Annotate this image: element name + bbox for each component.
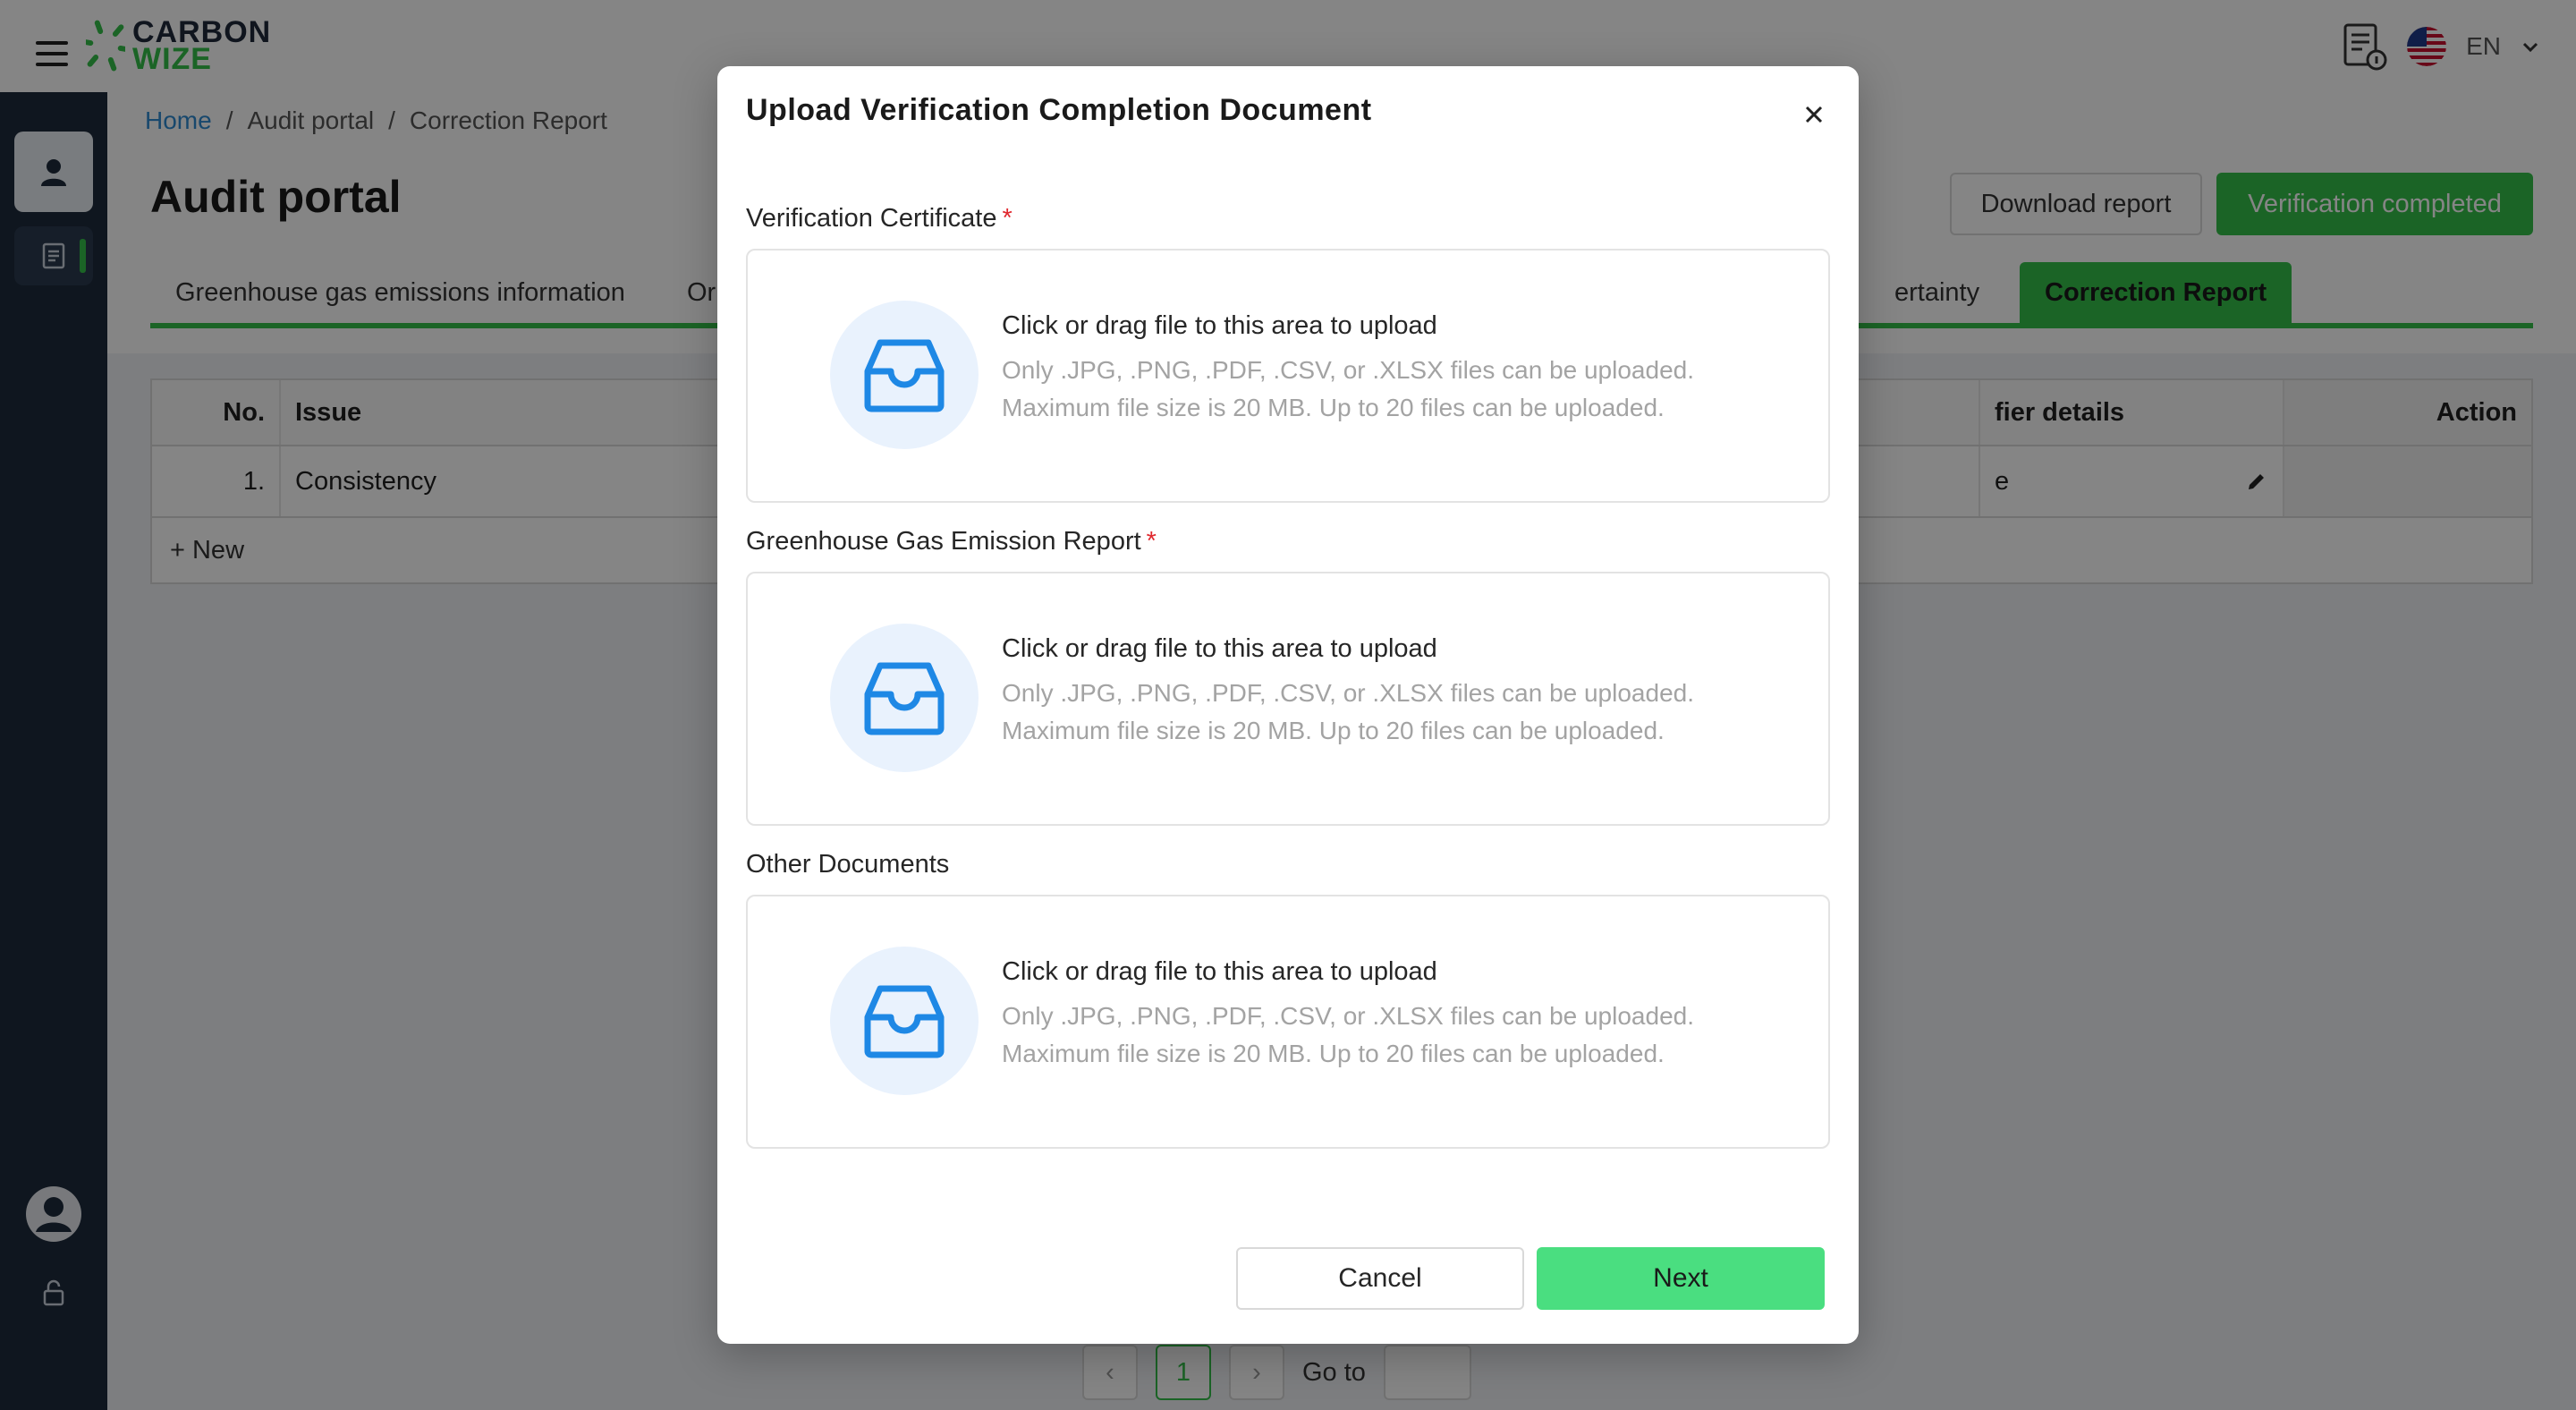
ghg-emission-report-label: Greenhouse Gas Emission Report * xyxy=(746,527,1157,556)
dropzone-hint-size: Maximum file size is 20 MB. Up to 20 fil… xyxy=(1002,394,1665,421)
inbox-upload-icon xyxy=(830,624,979,772)
dropzone-text: Click or drag file to this area to uploa… xyxy=(1002,957,1437,986)
other-documents-label: Other Documents xyxy=(746,850,949,879)
required-mark: * xyxy=(1002,204,1013,233)
close-button[interactable] xyxy=(1796,97,1832,132)
dropzone-hint-types: Only .JPG, .PNG, .PDF, .CSV, or .XLSX fi… xyxy=(1002,679,1694,707)
verification-certificate-label: Verification Certificate * xyxy=(746,204,1013,234)
dropzone-text: Click or drag file to this area to uploa… xyxy=(1002,311,1437,340)
ghg-emission-report-dropzone[interactable]: Click or drag file to this area to uploa… xyxy=(746,572,1830,826)
modal-title: Upload Verification Completion Document xyxy=(746,93,1372,127)
upload-modal: Upload Verification Completion Document … xyxy=(717,66,1859,1344)
dropzone-hint-size: Maximum file size is 20 MB. Up to 20 fil… xyxy=(1002,1040,1665,1067)
verification-certificate-label-text: Verification Certificate xyxy=(746,204,997,233)
dropzone-hint-types: Only .JPG, .PNG, .PDF, .CSV, or .XLSX fi… xyxy=(1002,1002,1694,1030)
cancel-button[interactable]: Cancel xyxy=(1236,1247,1524,1310)
next-button[interactable]: Next xyxy=(1537,1247,1825,1310)
ghg-emission-report-label-text: Greenhouse Gas Emission Report xyxy=(746,527,1141,556)
dropzone-text: Click or drag file to this area to uploa… xyxy=(1002,634,1437,663)
dropzone-hint-size: Maximum file size is 20 MB. Up to 20 fil… xyxy=(1002,717,1665,744)
dropzone-hint-types: Only .JPG, .PNG, .PDF, .CSV, or .XLSX fi… xyxy=(1002,356,1694,384)
verification-certificate-dropzone[interactable]: Click or drag file to this area to uploa… xyxy=(746,249,1830,503)
close-icon xyxy=(1805,106,1823,123)
inbox-upload-icon xyxy=(830,301,979,449)
other-documents-dropzone[interactable]: Click or drag file to this area to uploa… xyxy=(746,895,1830,1149)
required-mark: * xyxy=(1146,527,1157,556)
other-documents-label-text: Other Documents xyxy=(746,850,950,879)
inbox-upload-icon xyxy=(830,947,979,1095)
